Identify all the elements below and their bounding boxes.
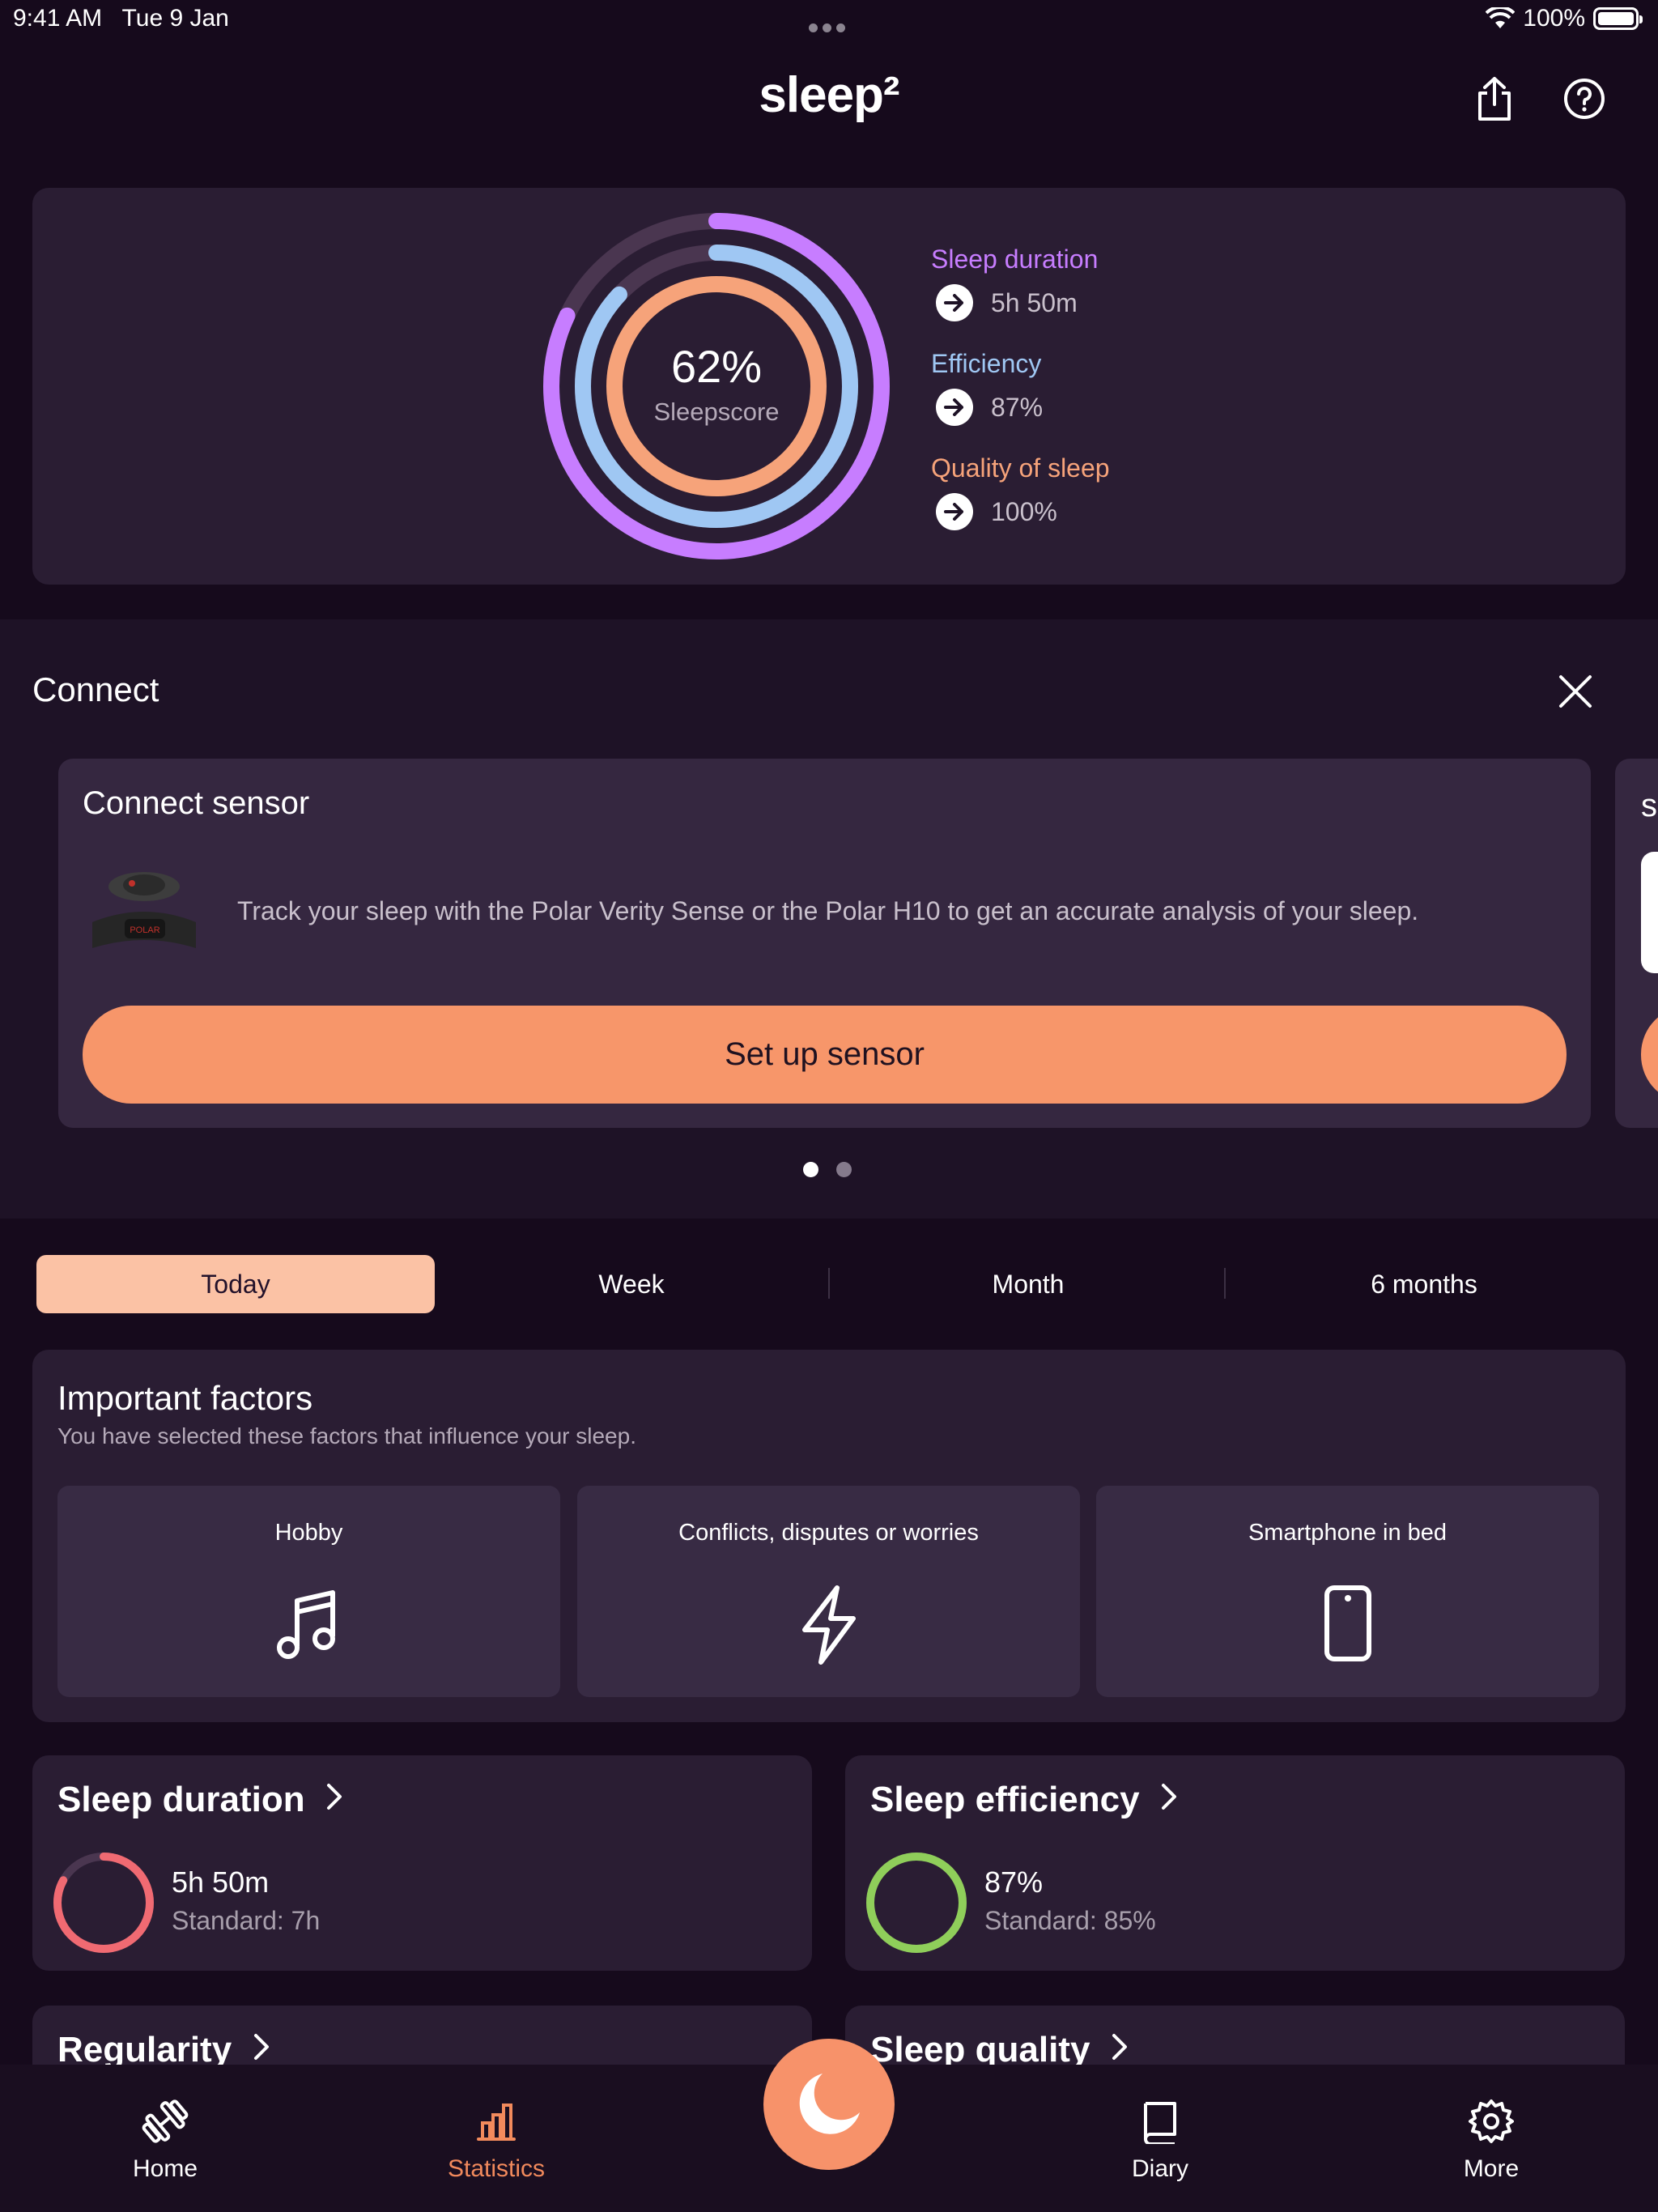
app-logo: sleep² [759, 67, 899, 123]
metric-standard: Standard: 7h [172, 1906, 321, 1935]
tab-statistics[interactable]: Statistics [415, 2097, 577, 2183]
legend-efficiency-label: Efficiency [931, 349, 1042, 378]
status-bar: 9:41 AM Tue 9 Jan 100% [0, 0, 1658, 40]
share-icon [1478, 77, 1511, 121]
factors-subtitle: You have selected these factors that inf… [57, 1423, 636, 1448]
chevron-right-icon [253, 2034, 269, 2060]
page-indicator[interactable] [803, 1162, 852, 1177]
status-time: 9:41 AM Tue 9 Jan [13, 5, 229, 32]
smartphone-icon [1324, 1585, 1371, 1661]
status-battery: 100% [1486, 5, 1643, 32]
tab-diary[interactable]: Diary [1079, 2097, 1241, 2183]
legend-quality-value: 100% [991, 496, 1057, 526]
arrow-right-icon [936, 284, 973, 321]
close-icon [1559, 675, 1592, 708]
factor-label: Conflicts, disputes or worries [678, 1520, 979, 1546]
dumbbell-icon [142, 2099, 189, 2143]
next-card-image [1641, 852, 1658, 973]
metric-value: 5h 50m [172, 1865, 270, 1899]
factor-label: Smartphone in bed [1248, 1520, 1448, 1546]
page-dot[interactable] [836, 1162, 852, 1177]
music-note-icon [276, 1590, 335, 1659]
arrow-right-icon [936, 389, 973, 426]
period-tab-6-months[interactable]: 6 months [1226, 1255, 1622, 1313]
next-card-button[interactable] [1641, 1006, 1658, 1104]
period-tab-month[interactable]: Month [830, 1255, 1226, 1313]
metric-title: Sleep efficiency [870, 1780, 1179, 1820]
period-tab-today[interactable]: Today [36, 1255, 435, 1313]
tab-label: Diary [1131, 2155, 1188, 2182]
factor-hobby[interactable]: Hobby [57, 1486, 560, 1697]
tab-label: Statistics [447, 2155, 546, 2182]
tab-label: Home [132, 2155, 198, 2182]
page-dot-active[interactable] [803, 1162, 818, 1177]
sleepscore-value: 62% [670, 341, 763, 392]
legend-quality-label: Quality of sleep [931, 453, 1110, 483]
connect-title: Connect [32, 670, 159, 708]
legend-quality-row[interactable]: 100% [936, 493, 1110, 530]
sleepscore-center: 62% Sleepscore [542, 340, 891, 427]
bar-chart-icon [477, 2104, 516, 2141]
tab-more[interactable]: More [1410, 2097, 1572, 2183]
multitasking-dots[interactable] [806, 11, 848, 39]
efficiency-progress-ring [866, 1853, 967, 1953]
chevron-right-icon [1112, 2034, 1127, 2060]
factor-conflicts[interactable]: Conflicts, disputes or worries [577, 1486, 1080, 1697]
chevron-right-icon [327, 1784, 342, 1810]
score-legend: Sleep duration 5h 50m Efficiency 87% Qua… [931, 245, 1110, 558]
factors-title: Important factors [57, 1379, 313, 1417]
metric-sleep-duration[interactable]: Sleep duration 5h 50m Standard: 7h [32, 1755, 812, 1971]
duration-progress-ring [53, 1853, 154, 1953]
legend-efficiency-value: 87% [991, 392, 1044, 422]
metric-value: 87% [984, 1865, 1044, 1899]
tab-home[interactable]: Home [84, 2097, 246, 2183]
close-button[interactable] [1553, 669, 1598, 714]
metric-title: Sleep duration [57, 1780, 344, 1820]
metric-standard: Standard: 85% [984, 1906, 1156, 1935]
connect-sensor-text: Track your sleep with the Polar Verity S… [237, 896, 1419, 925]
battery-percent: 100% [1523, 5, 1585, 32]
moon-icon: 2² [799, 2074, 860, 2134]
arrow-right-icon [936, 493, 973, 530]
share-button[interactable] [1469, 73, 1520, 125]
factor-label: Hobby [274, 1520, 343, 1546]
polar-logo-text: POLAR [130, 925, 159, 935]
legend-duration-value: 5h 50m [991, 287, 1078, 317]
lightning-icon [801, 1585, 856, 1665]
legend-duration-row[interactable]: 5h 50m [936, 284, 1110, 321]
legend-efficiency-row[interactable]: 87% [936, 389, 1110, 426]
help-button[interactable] [1558, 73, 1610, 125]
fab-label: 2² [828, 2080, 852, 2111]
sleepscore-label: Sleepscore [653, 398, 780, 426]
next-card-peek[interactable]: s [1615, 759, 1658, 1128]
tab-label: More [1463, 2155, 1520, 2182]
connect-sensor-title: Connect sensor [83, 785, 310, 821]
battery-icon [1593, 7, 1643, 30]
setup-sensor-button[interactable]: Set up sensor [83, 1006, 1567, 1104]
period-tab-week[interactable]: Week [433, 1255, 830, 1313]
help-icon [1564, 79, 1605, 119]
legend-duration-label: Sleep duration [931, 245, 1099, 274]
wifi-icon [1486, 7, 1516, 28]
sleep-record-button[interactable]: 2² [763, 2039, 895, 2170]
polar-sensor-image: POLAR [92, 872, 196, 948]
book-icon [1144, 2102, 1176, 2144]
metric-sleep-efficiency[interactable]: Sleep efficiency 87% Standard: 85% [845, 1755, 1625, 1971]
factor-smartphone[interactable]: Smartphone in bed [1096, 1486, 1599, 1697]
next-card-title: s [1641, 788, 1657, 823]
chevron-right-icon [1162, 1784, 1177, 1810]
gear-icon [1469, 2099, 1514, 2143]
